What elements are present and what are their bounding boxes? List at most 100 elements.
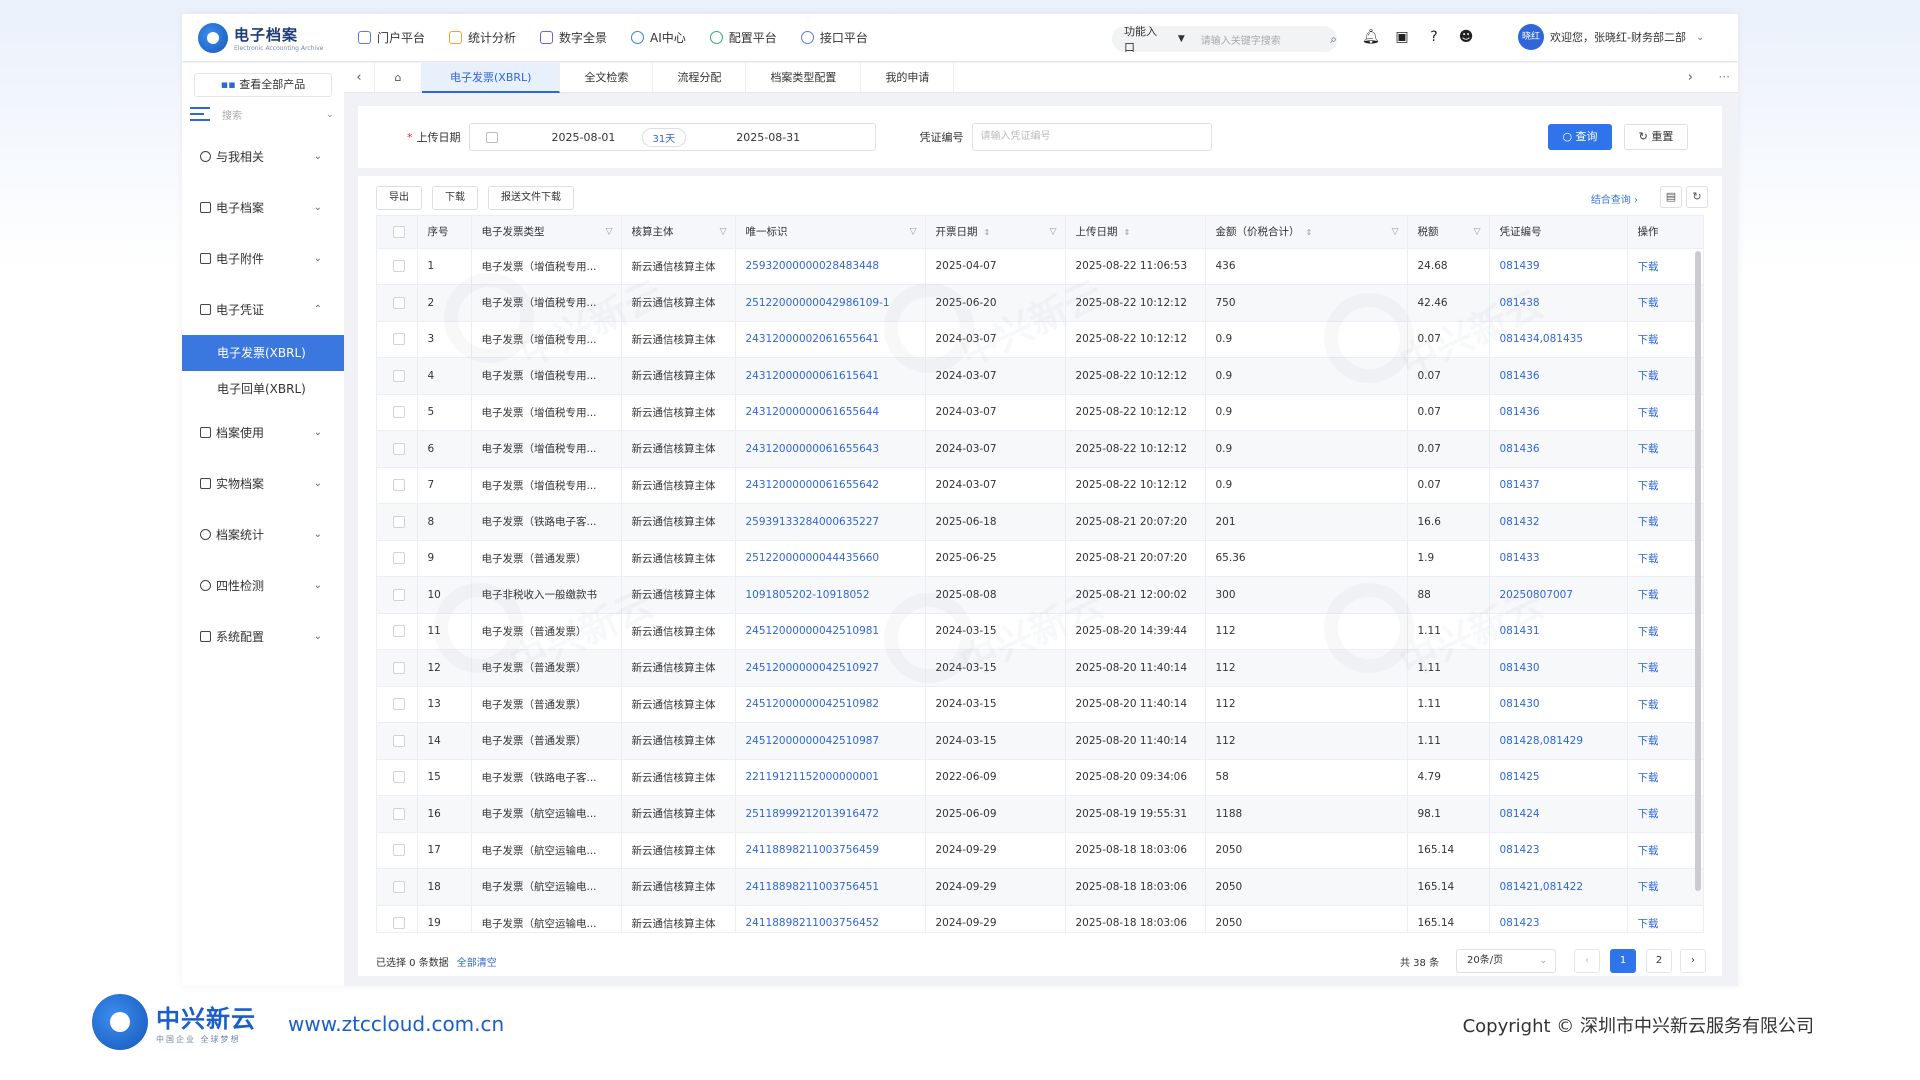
- cell-voucher-no[interactable]: 081438: [1489, 284, 1628, 322]
- filter-icon[interactable]: ▽: [606, 227, 613, 237]
- cell-unique-id[interactable]: 25118999212013916472: [735, 795, 926, 833]
- table-row[interactable]: 5 电子发票（增值税专用... 新云通信核算主体 243120000000616556…: [377, 394, 1703, 431]
- refresh-icon[interactable]: ↻: [1686, 186, 1708, 208]
- avatar[interactable]: 晓红: [1518, 24, 1544, 50]
- cell-unique-id[interactable]: 1091805202-10918052: [735, 576, 926, 614]
- tab-invoice-xbrl[interactable]: 电子发票(XBRL): [422, 62, 561, 93]
- row-checkbox[interactable]: [377, 394, 418, 431]
- cell-voucher-no[interactable]: 081434,081435: [1489, 321, 1628, 358]
- cell-voucher-no[interactable]: 081433: [1489, 540, 1628, 577]
- filter-icon[interactable]: ▽: [720, 227, 727, 237]
- row-checkbox[interactable]: [377, 905, 418, 932]
- brand-url[interactable]: www.ztccloud.com.cn: [288, 1012, 504, 1036]
- cell-download-link[interactable]: 下载: [1627, 832, 1703, 869]
- cell-unique-id[interactable]: 25932000000028483448: [735, 248, 926, 285]
- cell-voucher-no[interactable]: 081436: [1489, 357, 1628, 395]
- cell-unique-id[interactable]: 24512000000042510987: [735, 722, 926, 760]
- row-checkbox[interactable]: [377, 722, 418, 760]
- sort-icon[interactable]: ⇕: [984, 228, 991, 237]
- cell-unique-id[interactable]: 24512000000042510982: [735, 686, 926, 723]
- cell-voucher-no[interactable]: 081428,081429: [1489, 722, 1628, 760]
- help-icon[interactable]: ?: [1426, 29, 1442, 45]
- cell-voucher-no[interactable]: 081421,081422: [1489, 868, 1628, 906]
- cell-unique-id[interactable]: 24118898211003756459: [735, 832, 926, 869]
- cell-voucher-no[interactable]: 081432: [1489, 503, 1628, 541]
- nav-ai-center[interactable]: AI中心: [631, 29, 686, 46]
- filter-icon[interactable]: ▽: [1474, 227, 1481, 237]
- sidebar-item-voucher[interactable]: 电子凭证 ⌃: [182, 284, 344, 335]
- cell-download-link[interactable]: 下载: [1627, 759, 1703, 796]
- cell-voucher-no[interactable]: 081436: [1489, 430, 1628, 468]
- sidebar-item-four-check[interactable]: 四性检测 ⌄: [182, 560, 344, 611]
- cell-download-link[interactable]: 下载: [1627, 722, 1703, 760]
- cell-download-link[interactable]: 下载: [1627, 905, 1703, 932]
- table-row[interactable]: 17 电子发票（航空运输电... 新云通信核算主体 24118898211003756…: [377, 832, 1703, 869]
- cell-download-link[interactable]: 下载: [1627, 467, 1703, 504]
- cell-unique-id[interactable]: 24312000000061655644: [735, 394, 926, 431]
- bell-icon[interactable]: 🔔︎: [1362, 29, 1380, 45]
- sort-icon[interactable]: ⇕: [1124, 228, 1131, 237]
- next-page-button[interactable]: ›: [1680, 949, 1706, 973]
- cell-download-link[interactable]: 下载: [1627, 868, 1703, 906]
- tab-fulltext-search[interactable]: 全文检索: [560, 62, 654, 93]
- table-row[interactable]: 12 电子发票（普通发票） 新云通信核算主体 24512000000042510927…: [377, 649, 1703, 687]
- cell-unique-id[interactable]: 24512000000042510927: [735, 649, 926, 687]
- cell-voucher-no[interactable]: 081423: [1489, 832, 1628, 869]
- sidebar-subitem-receipt-xbrl[interactable]: 电子回单(XBRL): [182, 371, 344, 407]
- export-button[interactable]: 导出: [376, 186, 422, 210]
- report-download-button[interactable]: 报送文件下载: [488, 186, 574, 210]
- row-checkbox[interactable]: [377, 503, 418, 541]
- user-settings-icon[interactable]: ☻: [1458, 29, 1474, 45]
- cell-voucher-no[interactable]: 081425: [1489, 759, 1628, 796]
- cell-download-link[interactable]: 下载: [1627, 248, 1703, 285]
- end-date[interactable]: 2025-08-31: [736, 131, 800, 144]
- all-products-button[interactable]: ▪▪ 查看全部产品: [194, 73, 332, 97]
- row-checkbox[interactable]: [377, 576, 418, 614]
- row-checkbox[interactable]: [377, 759, 418, 796]
- sidebar-item-archive[interactable]: 电子档案 ⌄: [182, 182, 344, 233]
- combo-query-link[interactable]: 结合查询 ›: [1591, 191, 1638, 206]
- table-row[interactable]: 14 电子发票（普通发票） 新云通信核算主体 24512000000042510987…: [377, 722, 1703, 760]
- voucher-input[interactable]: 请输入凭证编号: [971, 123, 1212, 151]
- menu-toggle-icon[interactable]: [190, 107, 210, 121]
- caret-down-icon[interactable]: ▼: [1178, 34, 1185, 44]
- cell-unique-id[interactable]: 25939133284000635227: [735, 503, 926, 541]
- table-row[interactable]: 19 电子发票（航空运输电... 新云通信核算主体 24118898211003756…: [377, 905, 1703, 932]
- row-checkbox[interactable]: [377, 284, 418, 322]
- col-upload-date[interactable]: 上传日期 ⇕: [1065, 216, 1206, 249]
- home-icon[interactable]: ⌂: [374, 62, 422, 93]
- row-checkbox[interactable]: [377, 649, 418, 687]
- query-button[interactable]: ○ 查询: [1548, 124, 1612, 150]
- cell-voucher-no[interactable]: 081424: [1489, 795, 1628, 833]
- tab-archive-type-config[interactable]: 档案类型配置: [746, 62, 862, 93]
- cell-unique-id[interactable]: 24312000000061655643: [735, 430, 926, 468]
- page-1-button[interactable]: 1: [1610, 949, 1636, 973]
- row-checkbox[interactable]: [377, 467, 418, 504]
- table-row[interactable]: 8 电子发票（铁路电子客... 新云通信核算主体 259391332840006352…: [377, 503, 1703, 541]
- col-unique-id[interactable]: 唯一标识 ▽: [735, 216, 926, 249]
- sidebar-search-input[interactable]: 搜索: [222, 107, 326, 122]
- cell-download-link[interactable]: 下载: [1627, 613, 1703, 650]
- row-checkbox[interactable]: [377, 357, 418, 395]
- cell-voucher-no[interactable]: 081437: [1489, 467, 1628, 504]
- date-range-picker[interactable]: 2025-08-01 31天 2025-08-31: [468, 123, 876, 151]
- reset-button[interactable]: ↻ 重置: [1624, 124, 1688, 150]
- col-tax[interactable]: 税额 ▽: [1407, 216, 1490, 249]
- cell-download-link[interactable]: 下载: [1627, 357, 1703, 395]
- col-entity[interactable]: 核算主体 ▽: [621, 216, 736, 249]
- nav-config-platform[interactable]: 配置平台: [709, 29, 777, 46]
- nav-api-platform[interactable]: 接口平台: [800, 29, 868, 46]
- cell-unique-id[interactable]: 25122000000044435660: [735, 540, 926, 577]
- page-2-button[interactable]: 2: [1646, 949, 1672, 973]
- search-icon[interactable]: ⌕: [1330, 32, 1337, 47]
- cell-voucher-no[interactable]: 081430: [1489, 686, 1628, 723]
- robot-icon[interactable]: ▣: [1394, 29, 1410, 45]
- cell-unique-id[interactable]: 24118898211003756452: [735, 905, 926, 932]
- sidebar-search[interactable]: 搜索 ⌄: [190, 103, 334, 125]
- cell-voucher-no[interactable]: 081431: [1489, 613, 1628, 650]
- column-settings-icon[interactable]: ▤: [1660, 186, 1682, 208]
- sidebar-item-usage[interactable]: 档案使用 ⌄: [182, 407, 344, 458]
- row-checkbox[interactable]: [377, 868, 418, 906]
- table-row[interactable]: 9 电子发票（普通发票） 新云通信核算主体 25122000000044435660 2…: [377, 540, 1703, 577]
- cell-download-link[interactable]: 下载: [1627, 686, 1703, 723]
